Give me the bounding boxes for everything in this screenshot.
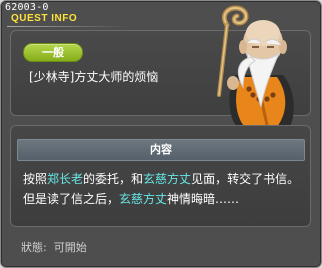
description-text: 的委托，和 <box>83 172 144 186</box>
quest-name: [少林寺]方丈大师的烦恼 <box>29 70 159 84</box>
content-section-header: 内容 <box>17 139 305 161</box>
quest-info-window: 62003-0 QUEST INFO 一般 [少林寺]方丈大师的烦恼 内容 按照… <box>0 0 322 268</box>
window-title: QUEST INFO <box>11 13 78 24</box>
quest-description: 按照郑长老的委托，和玄慈方丈见面，转交了书信。但是读了信之后，玄慈方丈神情晦暗…… <box>23 169 305 209</box>
npc-name-highlight: 郑长老 <box>47 172 84 186</box>
status-label: 狀態: <box>21 241 47 254</box>
status-value: 可開始 <box>53 241 87 254</box>
quest-id: 62003-0 <box>5 2 49 13</box>
quest-status: 狀態: 可開始 <box>21 239 87 255</box>
title-divider <box>7 26 127 27</box>
quest-category-badge: 一般 <box>23 43 83 62</box>
npc-name-highlight: 玄慈方丈 <box>143 172 192 186</box>
description-text: 神情晦暗…… <box>167 192 240 206</box>
description-text: 按照 <box>23 172 48 186</box>
elderly-monk-with-staff-icon <box>217 5 294 129</box>
npc-name-highlight: 玄慈方丈 <box>119 192 168 206</box>
